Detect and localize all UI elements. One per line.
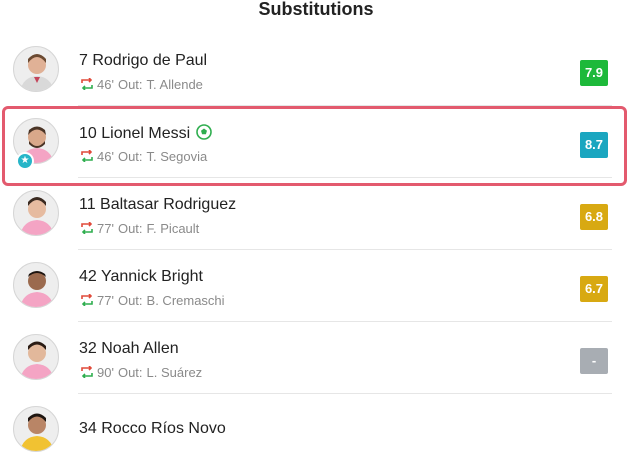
player-avatar[interactable] bbox=[13, 406, 59, 452]
sub-minute: 90' bbox=[97, 365, 114, 380]
star-icon: ★ bbox=[16, 152, 34, 170]
player-avatar[interactable] bbox=[13, 262, 59, 308]
out-player: T. Allende bbox=[146, 77, 203, 92]
sub-minute: 46' bbox=[97, 149, 114, 164]
rating-badge: 7.9 bbox=[580, 60, 608, 86]
swap-arrows-icon bbox=[81, 78, 93, 90]
out-player: B. Cremaschi bbox=[146, 293, 225, 308]
out-label: Out: bbox=[117, 77, 143, 92]
player-avatar[interactable] bbox=[13, 334, 59, 380]
rating-badge: 6.8 bbox=[580, 204, 608, 230]
swap-arrows-icon bbox=[81, 150, 93, 162]
sub-minute: 46' bbox=[97, 77, 114, 92]
player-name[interactable]: 34 Rocco Ríos Novo bbox=[79, 420, 226, 438]
out-label: Out: bbox=[117, 365, 143, 380]
swap-arrows-icon bbox=[81, 366, 93, 378]
player-name[interactable]: 7 Rodrigo de Paul bbox=[79, 52, 207, 70]
sub-minute: 77' bbox=[97, 293, 114, 308]
out-label: Out: bbox=[117, 149, 143, 164]
rating-badge: 6.7 bbox=[580, 276, 608, 302]
substitutions-list: 7 Rodrigo de Paul 46' Out: T. Allende 7.9 … bbox=[0, 34, 632, 461]
out-player: T. Segovia bbox=[146, 149, 208, 164]
substitution-row[interactable]: 42 Yannick Bright 77' Out: B. Cremaschi 6.… bbox=[0, 250, 632, 322]
player-name[interactable]: 42 Yannick Bright bbox=[79, 268, 203, 286]
substitution-row[interactable]: 32 Noah Allen 90' Out: L. Suárez - bbox=[0, 322, 632, 394]
substitution-row[interactable]: 11 Baltasar Rodriguez 77' Out: F. Picault … bbox=[0, 178, 632, 250]
substitution-detail: 46' Out: T. Segovia bbox=[79, 150, 207, 164]
substitution-detail: 90' Out: L. Suárez bbox=[79, 366, 202, 380]
substitution-row[interactable]: 34 Rocco Ríos Novo bbox=[0, 394, 632, 461]
out-player: L. Suárez bbox=[146, 365, 203, 380]
out-player: F. Picault bbox=[146, 221, 200, 236]
swap-arrows-icon bbox=[81, 222, 93, 234]
substitution-row[interactable]: 7 Rodrigo de Paul 46' Out: T. Allende 7.9 bbox=[0, 34, 632, 106]
substitution-row[interactable]: ★ 10 Lionel Messi 46' Out: T. Segovia 8.7 bbox=[0, 106, 632, 178]
rating-badge: 8.7 bbox=[580, 132, 608, 158]
substitution-detail: 77' Out: F. Picault bbox=[79, 222, 199, 236]
substitution-detail: 77' Out: B. Cremaschi bbox=[79, 294, 225, 308]
player-name[interactable]: 32 Noah Allen bbox=[79, 340, 179, 358]
player-name[interactable]: 11 Baltasar Rodriguez bbox=[79, 196, 236, 214]
sub-minute: 77' bbox=[97, 221, 114, 236]
substitution-detail: 46' Out: T. Allende bbox=[79, 78, 203, 92]
player-name[interactable]: 10 Lionel Messi bbox=[79, 124, 212, 143]
swap-arrows-icon bbox=[81, 294, 93, 306]
rating-badge: - bbox=[580, 348, 608, 374]
player-avatar[interactable] bbox=[13, 46, 59, 92]
out-label: Out: bbox=[117, 293, 143, 308]
out-label: Out: bbox=[117, 221, 143, 236]
player-avatar[interactable] bbox=[13, 190, 59, 236]
football-icon bbox=[196, 124, 212, 140]
section-title: Substitutions bbox=[258, 0, 374, 19]
